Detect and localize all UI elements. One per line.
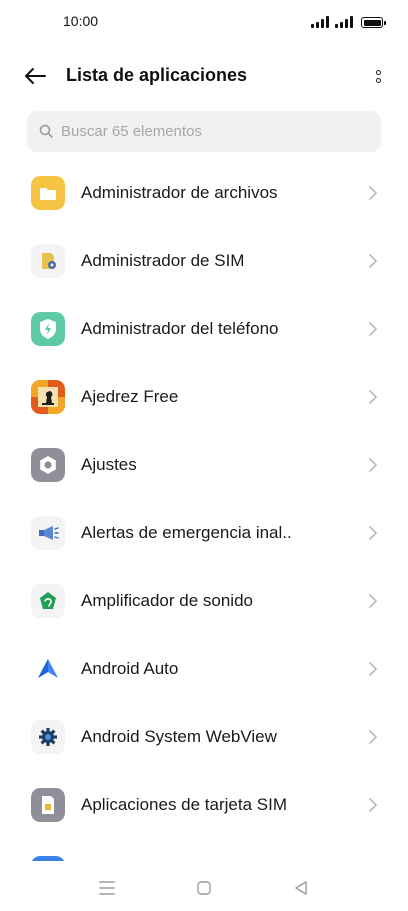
app-label: Alertas de emergencia inal.. (81, 523, 292, 542)
status-icons (311, 14, 386, 28)
signal-2-icon (335, 16, 353, 28)
chevron-right-icon (369, 390, 377, 404)
app-label: Android Auto (81, 659, 179, 678)
chevron-right-icon (369, 186, 377, 200)
app-row-aplicaciones-de-tarjeta-sim[interactable]: Aplicaciones de tarjeta SIM (0, 771, 408, 839)
search-input[interactable] (61, 111, 371, 152)
app-row-alertas-de-emergencia[interactable]: Alertas de emergencia inal.. (0, 499, 408, 567)
sound-amplifier-icon (31, 584, 65, 618)
app-label: Ajustes (81, 455, 137, 474)
app-label: Administrador de SIM (81, 251, 245, 270)
app-row-administrador-de-sim[interactable]: Administrador de SIM (0, 227, 408, 295)
sim-card-icon (31, 788, 65, 822)
chevron-right-icon (369, 526, 377, 540)
app-label: Ajedrez Free (81, 387, 179, 406)
app-label: Administrador del teléfono (81, 319, 279, 338)
app-label: Administrador de archivos (81, 183, 278, 202)
app-row-android-auto[interactable]: Android Auto (0, 635, 408, 703)
home-icon[interactable] (192, 878, 216, 898)
status-time: 10:00 (63, 13, 99, 29)
search-icon (39, 124, 53, 138)
battery-icon (361, 17, 386, 28)
sim-manager-icon (31, 244, 65, 278)
app-label: Amplificador de sonido (81, 591, 253, 610)
app-row-amplificador-de-sonido[interactable]: Amplificador de sonido (0, 567, 408, 635)
app-label: Android System WebView (81, 727, 277, 746)
signal-1-icon (311, 16, 329, 28)
chevron-right-icon (369, 254, 377, 268)
megaphone-icon (31, 516, 65, 550)
back-triangle-icon[interactable] (289, 878, 313, 898)
system-navigation-bar (0, 866, 408, 911)
settings-gear-icon (31, 448, 65, 482)
phone-manager-shield-icon (31, 312, 65, 346)
app-row-administrador-del-telefono[interactable]: Administrador del teléfono (0, 295, 408, 363)
app-label: Aplicaciones de tarjeta SIM (81, 795, 287, 814)
app-bar: Lista de aplicaciones (0, 52, 408, 100)
webview-gear-icon (31, 720, 65, 754)
app-row-ajedrez-free[interactable]: Ajedrez Free (0, 363, 408, 431)
chevron-right-icon (369, 322, 377, 336)
chevron-right-icon (369, 662, 377, 676)
recent-apps-icon[interactable] (95, 878, 119, 898)
app-row-ajustes[interactable]: Ajustes (0, 431, 408, 499)
chess-icon (31, 380, 65, 414)
app-row-android-system-webview[interactable]: Android System WebView (0, 703, 408, 771)
app-list: Administrador de archivos Administrador … (0, 159, 408, 861)
more-options-icon[interactable] (368, 64, 388, 88)
app-row-partial[interactable] (0, 839, 408, 861)
status-bar: 10:00 (0, 0, 408, 44)
chevron-right-icon (369, 594, 377, 608)
page-title: Lista de aplicaciones (66, 65, 248, 85)
app-row-administrador-de-archivos[interactable]: Administrador de archivos (0, 159, 408, 227)
chevron-right-icon (369, 730, 377, 744)
back-arrow-icon[interactable] (20, 62, 50, 90)
android-auto-icon (31, 652, 65, 686)
app-icon-partial (31, 856, 65, 861)
folder-icon (31, 176, 65, 210)
chevron-right-icon (369, 798, 377, 812)
search-bar[interactable] (27, 111, 381, 152)
chevron-right-icon (369, 458, 377, 472)
